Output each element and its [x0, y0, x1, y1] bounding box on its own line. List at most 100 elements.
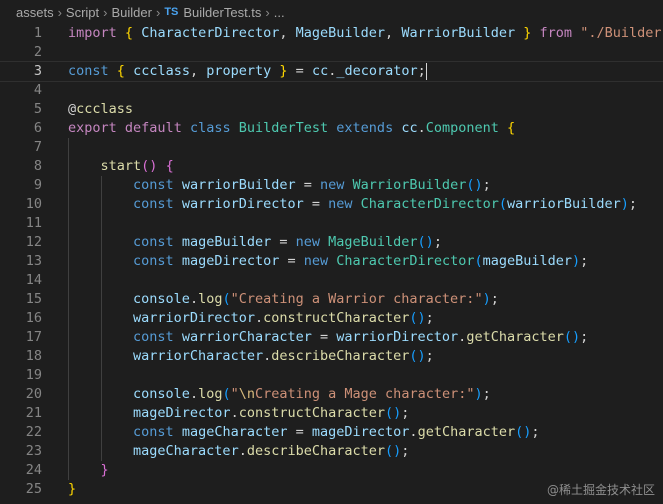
code-line[interactable]: 18 warriorCharacter.describeCharacter(); [0, 347, 663, 366]
code-token: "Creating a Warrior character:" [230, 291, 483, 307]
line-code: start() { [68, 157, 174, 176]
code-line[interactable]: 7 [0, 138, 663, 157]
code-line[interactable]: 10 const warriorDirector = new Character… [0, 195, 663, 214]
code-token: \n [238, 386, 256, 402]
line-number: 4 [33, 82, 42, 98]
line-number: 11 [25, 215, 42, 231]
code-token: warriorCharacter [133, 348, 264, 364]
code-token: ; [580, 329, 589, 345]
code-token: . [189, 386, 199, 402]
code-token: ( [498, 196, 507, 212]
code-token: log [198, 386, 223, 402]
code-line[interactable]: 9 const warriorBuilder = new WarriorBuil… [0, 176, 663, 195]
code-token: constructCharacter [263, 310, 410, 326]
code-token: getCharacter [466, 329, 564, 345]
line-code: const warriorCharacter = warriorDirector… [68, 328, 588, 347]
line-code: warriorCharacter.describeCharacter(); [68, 347, 434, 366]
code-token: " [230, 386, 239, 402]
code-token: { [165, 158, 174, 174]
code-line[interactable]: 13 const mageDirector = new CharacterDir… [0, 252, 663, 271]
breadcrumb-item-assets[interactable]: assets [16, 5, 54, 20]
line-code: } [68, 480, 76, 499]
code-line[interactable]: 1 import { CharacterDirector, MageBuilder… [0, 24, 663, 43]
line-number: 5 [33, 101, 42, 117]
code-token: const [133, 234, 174, 250]
line-number: 10 [25, 196, 42, 212]
code-token: () [385, 405, 402, 421]
code-line[interactable]: 15 console.log("Creating a Warrior chara… [0, 290, 663, 309]
code-line[interactable]: 20 console.log("\nCreating a Mage charac… [0, 385, 663, 404]
code-token: new [303, 253, 329, 269]
code-token: ( [474, 253, 483, 269]
line-number: 6 [33, 120, 42, 136]
code-line[interactable]: 8 start() { [0, 157, 663, 176]
line-number: 21 [25, 405, 42, 421]
line-number: 8 [33, 158, 42, 174]
code-line[interactable]: 3 const { ccclass, property } = cc._decor… [0, 61, 663, 82]
breadcrumb-item-script[interactable]: Script [66, 5, 99, 20]
line-number: 12 [25, 234, 42, 250]
code-token: } [68, 481, 77, 497]
code-line[interactable]: 24 } [0, 461, 663, 480]
code-token: mageDirector [133, 405, 231, 421]
code-line[interactable]: 11 [0, 214, 663, 233]
breadcrumb-file-name[interactable]: BuilderTest.ts [183, 5, 261, 20]
code-line[interactable]: 23 mageCharacter.describeCharacter(); [0, 442, 663, 461]
code-token: "./Builder" [580, 25, 663, 41]
code-editor[interactable]: 1 import { CharacterDirector, MageBuilder… [0, 24, 663, 504]
line-number: 23 [25, 443, 42, 459]
chevron-right-icon: › [155, 4, 161, 20]
code-line[interactable]: 6 export default class BuilderTest extend… [0, 119, 663, 138]
code-line[interactable]: 16 warriorDirector.constructCharacter(); [0, 309, 663, 328]
code-token: } [100, 462, 109, 478]
code-token: const [133, 329, 174, 345]
code-token: MageBuilder [328, 234, 418, 250]
code-token: warriorDirector [133, 310, 255, 326]
code-token: ( [222, 291, 231, 307]
code-line[interactable]: 2 [0, 43, 663, 62]
code-token: log [198, 291, 223, 307]
code-token: mageCharacter [181, 424, 288, 440]
code-token: () [409, 348, 426, 364]
code-token: { [507, 120, 516, 136]
code-token: warriorBuilder [506, 196, 621, 212]
code-line[interactable]: 14 [0, 271, 663, 290]
code-line[interactable]: 4 [0, 81, 663, 100]
code-line[interactable]: 12 const mageBuilder = new MageBuilder()… [0, 233, 663, 252]
code-token: WarriorBuilder [401, 25, 516, 41]
code-token: ) [572, 253, 581, 269]
code-token: () [409, 310, 426, 326]
line-number: 3 [33, 63, 42, 79]
code-token: const [133, 424, 174, 440]
line-number: 25 [25, 481, 42, 497]
code-token: ccclass [76, 101, 134, 117]
code-token: BuilderTest [238, 120, 329, 136]
code-line[interactable]: 17 const warriorCharacter = warriorDirec… [0, 328, 663, 347]
code-token: const [133, 196, 174, 212]
line-code: mageDirector.constructCharacter(); [68, 404, 409, 423]
code-line[interactable]: 22 const mageCharacter = mageDirector.ge… [0, 423, 663, 442]
code-token: = [271, 234, 296, 250]
breadcrumb-item-builder[interactable]: Builder [112, 5, 152, 20]
code-token: { [116, 63, 125, 79]
code-line[interactable]: 5 @ccclass [0, 100, 663, 119]
code-line[interactable]: 21 mageDirector.constructCharacter(); [0, 404, 663, 423]
code-line[interactable]: 19 [0, 366, 663, 385]
chevron-right-icon: › [265, 4, 270, 20]
code-token: cc [401, 120, 418, 136]
breadcrumb-more[interactable]: ... [274, 5, 285, 20]
code-token: Creating a Mage character:" [255, 386, 475, 402]
code-token: CharacterDirector [336, 253, 475, 269]
code-token: CharacterDirector [360, 196, 499, 212]
code-token: ; [425, 348, 434, 364]
